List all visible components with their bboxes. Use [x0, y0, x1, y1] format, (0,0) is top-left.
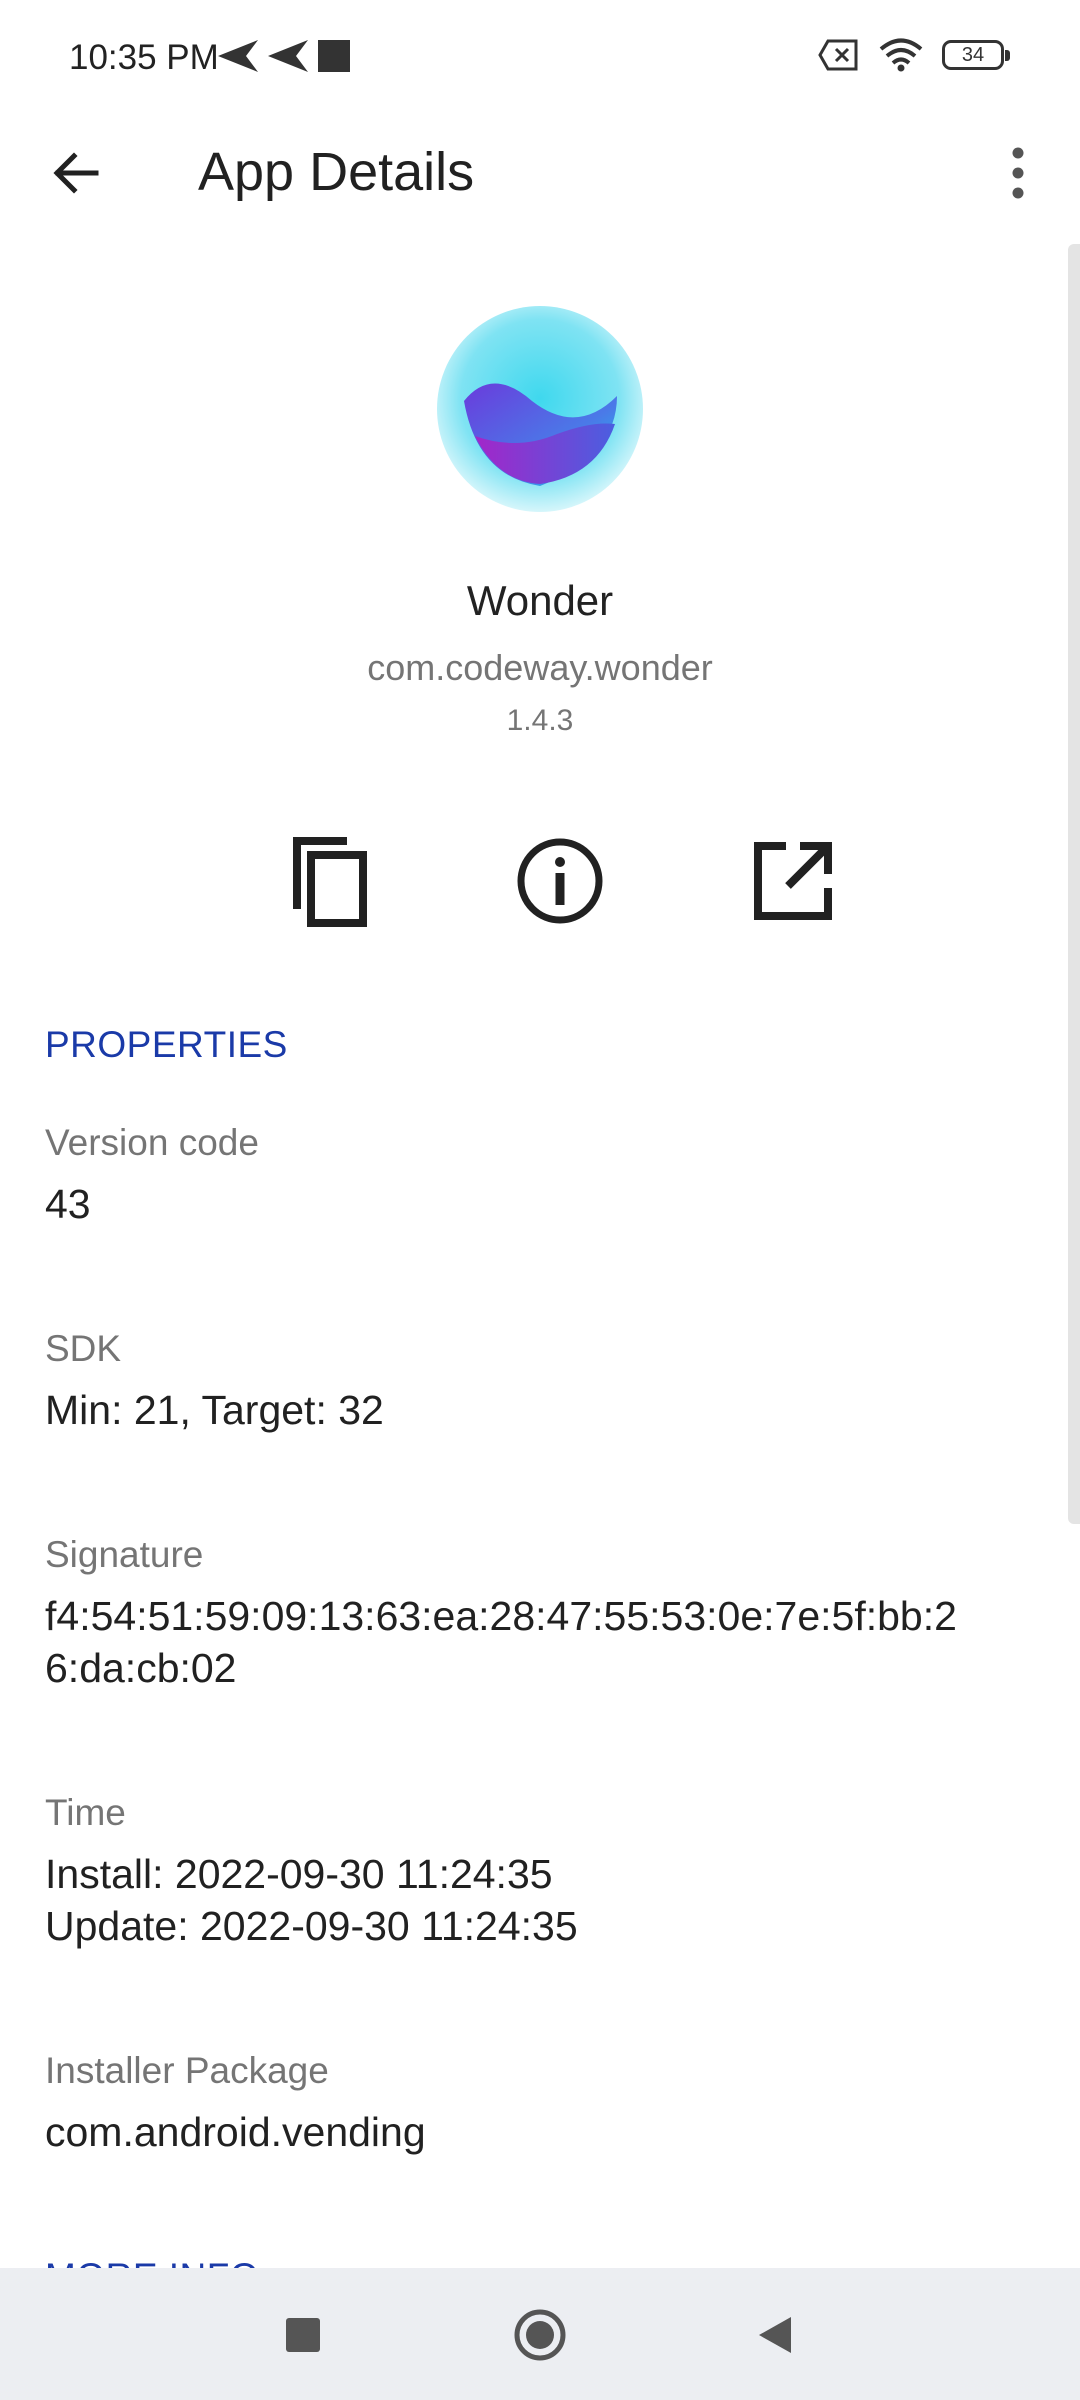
status-bar: 10:35 PM 34 — [0, 0, 1080, 118]
system-icons: 34 — [818, 38, 1010, 72]
status-time: 10:35 PM — [69, 38, 219, 77]
installer-package-label: Installer Package — [45, 2050, 329, 2091]
battery-icon: 34 — [942, 40, 1010, 70]
arrow-back-icon — [53, 152, 99, 194]
send-icon — [268, 40, 308, 72]
recents-button[interactable] — [268, 2300, 338, 2370]
open-app-button[interactable] — [738, 826, 848, 936]
installer-package-value[interactable]: com.android.vending — [45, 2106, 1035, 2158]
sdk-value[interactable]: Min: 21, Target: 32 — [45, 1384, 1035, 1436]
copy-button[interactable] — [275, 826, 385, 936]
app-bar: App Details — [0, 118, 1080, 218]
version-code-value[interactable]: 43 — [45, 1178, 1035, 1230]
square-notification-icon — [318, 40, 350, 72]
battery-level: 34 — [961, 43, 985, 66]
copy-icon — [293, 837, 367, 927]
more-vertical-icon — [1012, 147, 1024, 199]
scrollbar[interactable] — [1068, 244, 1080, 1524]
signature-value[interactable]: f4:54:51:59:09:13:63:ea:28:47:55:53:0e:7… — [45, 1590, 1035, 1694]
notification-icons — [216, 38, 352, 74]
send-icon — [218, 40, 258, 72]
app-package-name: com.codeway.wonder — [367, 647, 713, 688]
app-icon — [437, 306, 643, 512]
recents-square-icon — [286, 2318, 320, 2352]
info-icon — [517, 838, 603, 924]
time-label: Time — [45, 1792, 126, 1833]
open-external-icon — [754, 842, 832, 920]
home-circle-icon — [514, 2309, 566, 2361]
home-button[interactable] — [505, 2300, 575, 2370]
back-button[interactable] — [38, 135, 114, 211]
properties-header: PROPERTIES — [45, 1024, 288, 1065]
page-title: App Details — [198, 142, 475, 202]
app-name: Wonder — [466, 577, 614, 624]
version-code-label: Version code — [45, 1122, 259, 1163]
app-version: 1.4.3 — [506, 704, 574, 737]
navigation-bar — [0, 2268, 1080, 2400]
info-button[interactable] — [505, 826, 615, 936]
back-triangle-icon — [759, 2317, 791, 2353]
more-options-button[interactable] — [988, 135, 1048, 211]
sdk-label: SDK — [45, 1328, 122, 1369]
wifi-icon — [879, 38, 923, 72]
signature-label: Signature — [45, 1534, 204, 1575]
time-value[interactable]: Install: 2022-09-30 11:24:35 Update: 202… — [45, 1848, 1035, 1952]
back-nav-button[interactable] — [740, 2300, 810, 2370]
no-sim-icon — [818, 39, 858, 71]
